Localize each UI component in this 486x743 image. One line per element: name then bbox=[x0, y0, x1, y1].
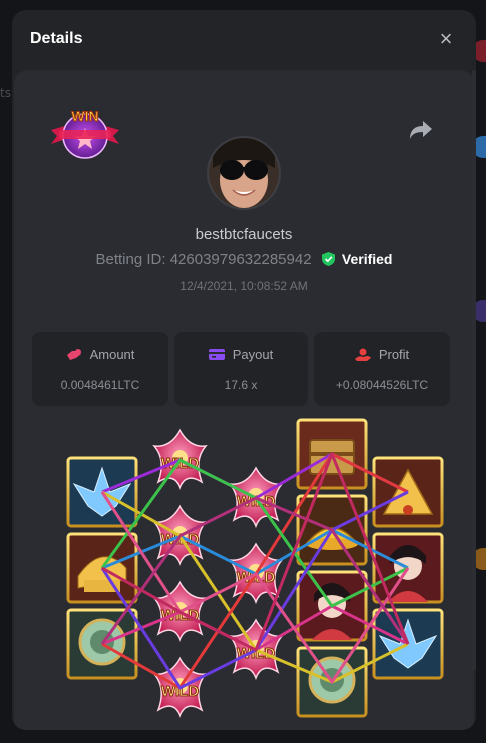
avatar-image bbox=[209, 138, 279, 208]
slot-reels: WILD WILD WILD WILD WILD WILD WILD bbox=[66, 418, 444, 718]
betting-id-label: Betting ID: bbox=[95, 251, 166, 268]
bet-timestamp: 12/4/2021, 10:08:52 AM bbox=[180, 279, 308, 293]
wild-label: WILD bbox=[237, 493, 275, 510]
payout-label: Payout bbox=[232, 347, 274, 362]
bet-details-dialog: Details × WIN bestbtcfaucets Betting ID:… bbox=[12, 10, 476, 730]
dialog-scrollbar[interactable] bbox=[472, 70, 476, 670]
betting-id-value: 42603979632285942 bbox=[169, 251, 312, 268]
player-username: bestbtcfaucets bbox=[195, 226, 293, 243]
bet-details-card: WIN bestbtcfaucets Betting ID: 426039796… bbox=[14, 70, 474, 730]
player-avatar bbox=[207, 136, 281, 210]
amount-value: 0.0048461LTC bbox=[60, 378, 140, 392]
amount-stat: Amount 0.0048461LTC bbox=[32, 332, 168, 406]
win-badge-icon: WIN bbox=[51, 108, 119, 159]
win-badge-text: WIN bbox=[71, 108, 98, 124]
reel-column-2: WILD WILD WILD WILD bbox=[153, 429, 207, 717]
profit-stat: Profit +0.08044526LTC bbox=[314, 332, 450, 406]
betting-id-row: Betting ID: 42603979632285942 Verified bbox=[14, 251, 474, 268]
close-button[interactable]: × bbox=[436, 28, 456, 50]
wallet-icon bbox=[208, 349, 225, 360]
share-icon[interactable] bbox=[408, 118, 434, 142]
profit-label: Profit bbox=[378, 347, 410, 362]
profit-value: +0.08044526LTC bbox=[335, 378, 429, 392]
wild-label: WILD bbox=[161, 531, 199, 548]
amount-label: Amount bbox=[89, 347, 135, 362]
wild-label: WILD bbox=[161, 455, 199, 472]
payout-stat: Payout 17.6 x bbox=[174, 332, 308, 406]
payout-value: 17.6 x bbox=[224, 378, 258, 392]
coins-icon bbox=[66, 349, 81, 360]
verified-shield-icon bbox=[321, 252, 335, 266]
verified-label: Verified bbox=[341, 251, 393, 267]
dialog-title: Details bbox=[30, 30, 83, 47]
hand-coin-icon bbox=[354, 348, 371, 361]
